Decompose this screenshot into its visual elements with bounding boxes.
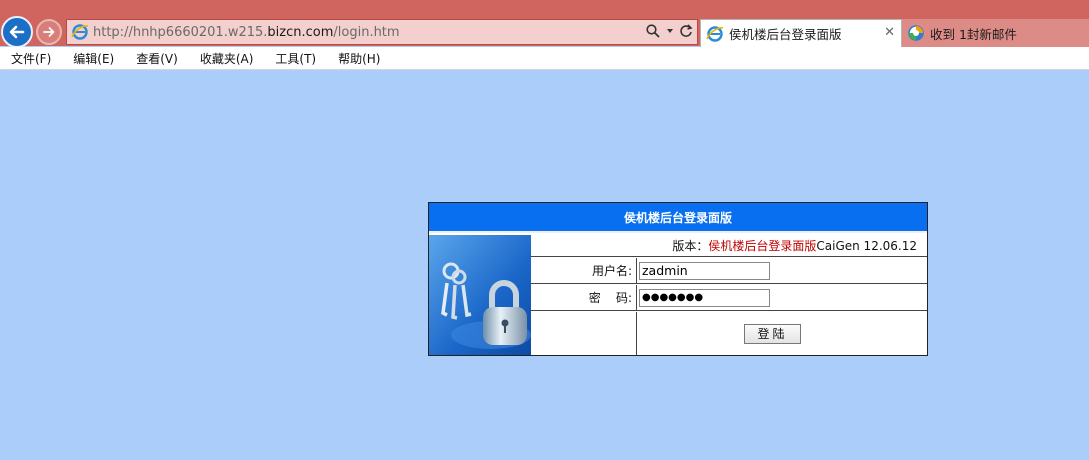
keys-padlock-icon (429, 235, 531, 355)
forward-button[interactable] (36, 19, 62, 45)
username-label: 用户名: (531, 258, 637, 283)
browser-titlebar: http://hnhp6660201.w215.bizcn.com/login.… (0, 0, 1089, 48)
tab-label: 收到 1封新邮件 (930, 26, 1017, 42)
menu-tools[interactable]: 工具(T) (272, 50, 319, 67)
url-text: http://hnhp6660201.w215.bizcn.com/login.… (93, 24, 400, 40)
version-row: 版本：侯机楼后台登录面版CaiGen 12.06.12 (531, 235, 927, 257)
search-icon[interactable] (645, 23, 661, 39)
tab-label: 侯机楼后台登录面版 (729, 27, 842, 42)
close-icon[interactable]: ✕ (884, 25, 895, 40)
login-button[interactable]: 登陆 (744, 323, 801, 344)
arrow-left-icon (9, 25, 25, 39)
menu-edit[interactable]: 编辑(E) (70, 50, 117, 67)
refresh-icon[interactable] (679, 23, 693, 39)
password-input[interactable]: ●●●●●●● (639, 288, 770, 307)
tab-new-mail[interactable]: 收到 1封新邮件 (902, 19, 1089, 47)
ie-logo-icon (71, 24, 89, 40)
submit-row: 登陆 (531, 312, 927, 355)
menu-file[interactable]: 文件(F) (8, 50, 54, 67)
login-panel: 侯机楼后台登录面版 版本：侯机楼后台登录面版CaiGen 12.06.12 用户… (428, 202, 928, 356)
dropdown-arrow-icon[interactable] (665, 23, 675, 39)
arrow-right-icon (43, 27, 55, 37)
username-row: 用户名: zadmin (531, 258, 927, 284)
address-bar[interactable]: http://hnhp6660201.w215.bizcn.com/login.… (66, 19, 698, 45)
ie-logo-icon (706, 25, 724, 42)
password-row: 密 码: ●●●●●●● (531, 285, 927, 311)
menu-view[interactable]: 查看(V) (133, 50, 181, 67)
login-title: 侯机楼后台登录面版 (429, 203, 927, 233)
back-button[interactable] (1, 16, 33, 48)
username-input[interactable]: zadmin (639, 261, 770, 280)
password-label: 密 码: (531, 285, 637, 310)
menu-favorites[interactable]: 收藏夹(A) (197, 50, 257, 67)
menu-help[interactable]: 帮助(H) (335, 50, 383, 67)
tab-admin-login[interactable]: 侯机楼后台登录面版 ✕ (700, 19, 902, 47)
mail-app-icon (908, 25, 924, 41)
version-text: 版本：侯机楼后台登录面版CaiGen 12.06.12 (672, 239, 917, 253)
keys-lock-image (429, 235, 531, 355)
menu-bar: 文件(F) 编辑(E) 查看(V) 收藏夹(A) 工具(T) 帮助(H) (0, 47, 1089, 70)
